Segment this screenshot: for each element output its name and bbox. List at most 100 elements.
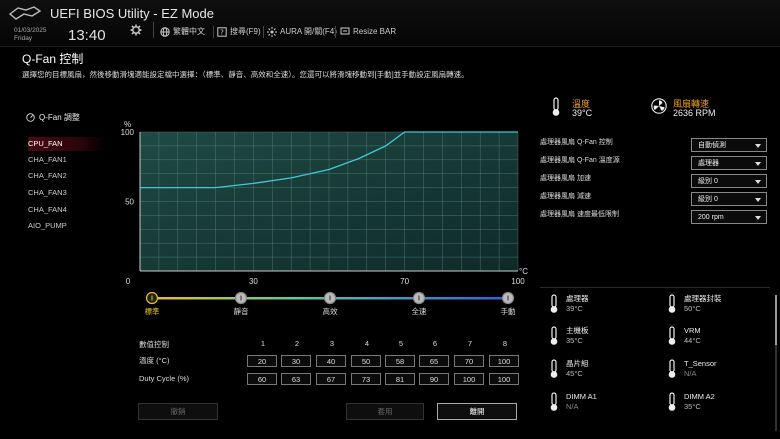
sensor-item: 晶片組 45°C xyxy=(548,359,589,379)
fan-item-cha-fan4[interactable]: CHA_FAN4 xyxy=(28,203,104,217)
fan-speed-value: 2636 RPM xyxy=(673,108,716,118)
setting-dropdown[interactable]: 級別 0 xyxy=(691,174,767,188)
setting-dropdown[interactable]: 級別 0 xyxy=(691,192,767,206)
divider xyxy=(540,287,770,288)
setting-dropdown[interactable]: 自動偵測 xyxy=(691,138,767,152)
sensor-name: 晶片組 xyxy=(566,359,589,368)
thermometer-icon xyxy=(550,392,558,411)
profile-slider[interactable]: 標準 靜音 高效 全速 手動 xyxy=(140,290,520,318)
column-header: 5 xyxy=(398,339,404,348)
sensor-item: DIMM A2 35°C xyxy=(666,392,715,412)
dropdown-value: 200 rpm xyxy=(698,214,724,221)
fan-icon xyxy=(651,98,667,114)
language-label: 繁體中文 xyxy=(173,27,205,36)
sensor-text: T_Sensor N/A xyxy=(684,359,717,379)
temp-cell[interactable]: 20 xyxy=(247,355,277,367)
thermometer-icon xyxy=(668,294,676,313)
resize-bar-button[interactable]: Resize BAR xyxy=(340,26,396,36)
thermometer-icon xyxy=(552,97,560,116)
temp-cell[interactable]: 30 xyxy=(281,355,311,367)
language-button[interactable]: 繁體中文 xyxy=(160,26,205,37)
duty-cell[interactable]: 63 xyxy=(281,373,311,385)
sensor-text: DIMM A1 N/A xyxy=(566,392,597,412)
temp-cell[interactable]: 65 xyxy=(419,355,449,367)
sensor-value: 39°C xyxy=(566,304,583,313)
duty-cell[interactable]: 60 xyxy=(247,373,277,385)
apply-button[interactable]: 套用 xyxy=(346,403,424,420)
sensor-value: 35°C xyxy=(684,402,701,411)
setting-label: 處理器風扇 Q-Fan 溫度源 xyxy=(540,157,620,164)
globe-icon xyxy=(160,26,170,37)
temp-row-label: 溫度 (°C) xyxy=(139,356,170,365)
day-text: Friday xyxy=(14,35,33,42)
profile-stop-1[interactable]: 靜音 xyxy=(234,291,249,317)
qfan-tuning-label: Q-Fan 調整 xyxy=(39,113,80,122)
page-title: Q-Fan 控制 xyxy=(22,52,84,66)
column-header: 1 xyxy=(260,339,266,348)
sensor-text: VRM 44°C xyxy=(684,326,701,346)
duty-cell[interactable]: 67 xyxy=(316,373,346,385)
y-axis-unit: % xyxy=(124,120,131,129)
divider xyxy=(335,26,336,38)
temp-cell[interactable]: 40 xyxy=(316,355,346,367)
fan-item-cha-fan3[interactable]: CHA_FAN3 xyxy=(28,186,104,200)
column-header: 2 xyxy=(294,339,300,348)
profile-stop-0[interactable]: 標準 xyxy=(145,291,160,317)
qfan-tuning-button[interactable]: Q-Fan 調整 xyxy=(26,112,80,123)
svg-text:?: ? xyxy=(220,28,224,36)
sensor-name: DIMM A2 xyxy=(684,392,715,401)
scrollbar-thumb[interactable] xyxy=(775,295,777,345)
sensor-text: DIMM A2 35°C xyxy=(684,392,715,412)
dropdown-value: 級別 0 xyxy=(698,196,718,203)
duty-cell[interactable]: 100 xyxy=(489,373,519,385)
fan-curve-chart[interactable]: 0 30 70 100 50 100 % °C xyxy=(118,118,538,288)
duty-cell[interactable]: 100 xyxy=(454,373,484,385)
gear-icon[interactable] xyxy=(130,24,142,36)
search-button[interactable]: ? 搜尋(F9) xyxy=(217,26,261,37)
sensor-scrollbar[interactable] xyxy=(775,295,777,431)
fan-item-cha-fan2[interactable]: CHA_FAN2 xyxy=(28,169,104,183)
setting-dropdown[interactable]: 200 rpm xyxy=(691,210,767,224)
setting-label: 處理器風扇 速度最低限制 xyxy=(540,211,619,218)
thermometer-icon xyxy=(668,326,676,345)
x-tick-label: 100 xyxy=(511,277,525,286)
sensor-item: DIMM A1 N/A xyxy=(548,392,597,412)
x-tick-label: 70 xyxy=(400,277,409,286)
profile-stop-2[interactable]: 高效 xyxy=(323,291,338,317)
temp-cell[interactable]: 70 xyxy=(454,355,484,367)
fan-item-aio-pump[interactable]: AIO_PUMP xyxy=(28,219,104,233)
aura-button[interactable]: AURA 開/關(F4) xyxy=(267,26,337,37)
duty-cell[interactable]: 90 xyxy=(419,373,449,385)
sensor-name: VRM xyxy=(684,326,701,335)
aura-icon xyxy=(267,26,277,37)
undo-button[interactable]: 撤銷 xyxy=(138,403,218,420)
temp-cell[interactable]: 100 xyxy=(489,355,519,367)
fan-item-cpu-fan[interactable]: CPU_FAN xyxy=(28,137,104,151)
time-display: 13:40 xyxy=(68,27,106,44)
temp-cell[interactable]: 50 xyxy=(351,355,381,367)
dropdown-value: 自動偵測 xyxy=(698,142,726,149)
x-axis-unit: °C xyxy=(519,267,528,276)
sensor-text: 處理器封裝 50°C xyxy=(684,294,722,314)
rog-logo-icon xyxy=(8,6,42,20)
divider xyxy=(263,26,264,38)
y-tick-label: 50 xyxy=(125,198,134,207)
duty-cell[interactable]: 81 xyxy=(385,373,415,385)
divider xyxy=(213,26,214,38)
x-tick-label: 0 xyxy=(126,277,131,286)
exit-button[interactable]: 離開 xyxy=(437,403,517,420)
table-header-label: 數值控制 xyxy=(139,340,169,349)
thermometer-icon xyxy=(668,359,676,378)
temp-cell[interactable]: 58 xyxy=(385,355,415,367)
sensor-value: 35°C xyxy=(566,336,583,345)
setting-label: 處理器風扇 Q-Fan 控制 xyxy=(540,139,613,146)
profile-stop-4[interactable]: 手動 xyxy=(501,291,516,317)
chevron-down-icon xyxy=(755,180,761,184)
duty-cell[interactable]: 73 xyxy=(351,373,381,385)
profile-stop-label: 手動 xyxy=(501,306,516,316)
fan-item-cha-fan1[interactable]: CHA_FAN1 xyxy=(28,153,104,167)
setting-dropdown[interactable]: 處理器 xyxy=(691,156,767,170)
chevron-down-icon xyxy=(755,144,761,148)
setting-label: 處理器風扇 減速 xyxy=(540,193,591,200)
profile-stop-3[interactable]: 全速 xyxy=(412,291,427,317)
